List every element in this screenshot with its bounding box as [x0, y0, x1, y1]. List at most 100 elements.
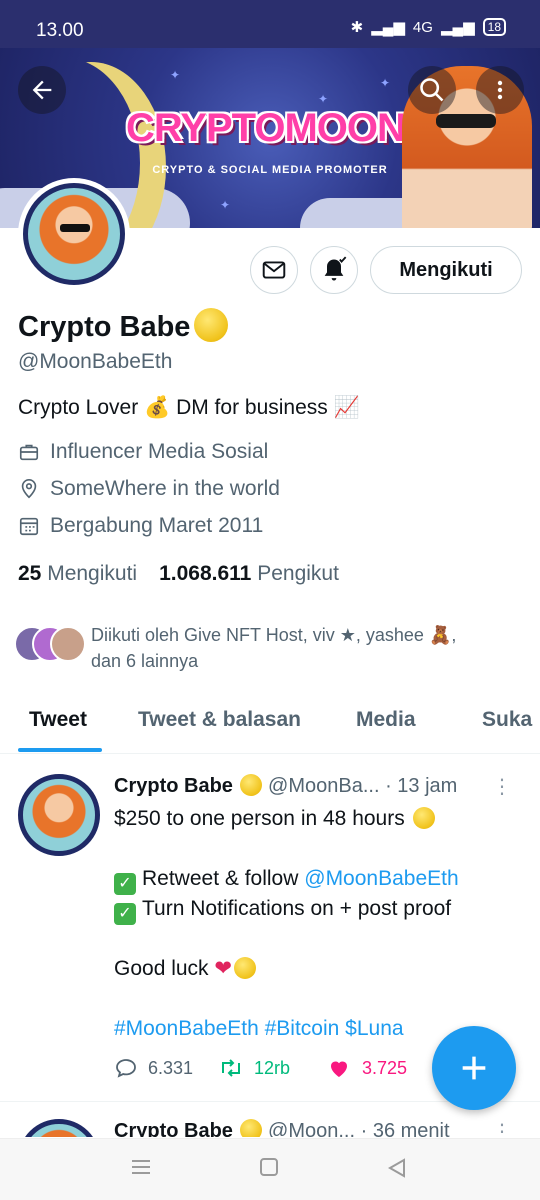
follow-stats: 25 Mengikuti 1.068.611 Pengikut	[18, 562, 339, 586]
following-button[interactable]: Mengikuti	[370, 246, 522, 294]
avatar-image	[23, 183, 125, 285]
tab-media[interactable]: Media	[356, 708, 416, 732]
moon-coin-emoji	[234, 957, 257, 979]
tweet-avatar[interactable]	[18, 774, 100, 856]
moon-coin-emoji	[412, 807, 435, 829]
triangle-back-icon	[387, 1158, 405, 1178]
tweet-avatar[interactable]	[18, 1119, 100, 1137]
teddy-bear-emoji: 🧸	[428, 625, 452, 645]
tweet-author-name: Crypto Babe	[114, 1120, 233, 1137]
profile-avatar[interactable]	[18, 178, 130, 290]
red-heart-emoji: ❤	[214, 957, 233, 980]
followers-link[interactable]: 1.068.611 Pengikut	[159, 562, 339, 585]
avatar	[50, 626, 86, 662]
status-time: 13.00	[36, 20, 84, 41]
profile-tabs: Tweet Tweet & balasan Media Suka	[0, 696, 540, 754]
followed-by-text: Diikuti oleh Give NFT Host, viv ★, yashe…	[91, 622, 521, 674]
retweet-button[interactable]: 12rb	[218, 1056, 290, 1080]
plus-icon	[462, 1056, 486, 1080]
status-icons: ✱ ▂▄▆ 4G ▂▄▆ 18	[351, 18, 506, 36]
display-name-text: Crypto Babe	[18, 311, 191, 343]
heart-icon	[331, 1061, 347, 1077]
money-bag-emoji: 💰	[144, 396, 171, 419]
briefcase-icon	[19, 444, 39, 461]
following-link[interactable]: 25 Mengikuti	[18, 562, 137, 585]
reply-count: 6.331	[148, 1057, 194, 1078]
status-bar: 13.00 ✱ ▂▄▆ 4G ▂▄▆ 18	[0, 0, 540, 48]
tweet-body: $250 to one person in 48 hours ✓ Retweet …	[114, 804, 524, 1044]
profile-category-row: Influencer Media Sosial	[18, 440, 268, 464]
followed-by-line1: Diikuti oleh Give NFT Host, viv ★, yashe…	[91, 625, 424, 645]
menu-icon	[132, 1160, 150, 1174]
check-mark-emoji: ✓	[114, 903, 136, 925]
recent-apps-button[interactable]	[130, 1157, 152, 1183]
profile-location-row: SomeWhere in the world	[18, 477, 280, 501]
followers-count: 1.068.611	[159, 562, 252, 585]
mail-icon	[262, 261, 286, 279]
profile-location: SomeWhere in the world	[50, 477, 280, 500]
mention-link[interactable]: @MoonBabeEth	[304, 867, 458, 890]
tweet-line4: Good luck	[114, 957, 209, 980]
like-button[interactable]: 3.725	[326, 1056, 407, 1080]
moon-coin-emoji	[194, 308, 229, 342]
bell-icon	[324, 256, 347, 281]
sunglasses-illustration	[436, 114, 496, 128]
back-button[interactable]	[18, 66, 66, 114]
bio-dm-text: DM for business	[176, 396, 328, 419]
tweet-line1: $250 to one person in 48 hours	[114, 807, 405, 830]
tab-tweet[interactable]: Tweet	[29, 708, 87, 732]
display-name: Crypto Babe	[18, 308, 229, 344]
bio-text: Crypto Lover	[18, 396, 139, 419]
signal-icon-2: ▂▄▆	[440, 19, 475, 36]
moon-coin-emoji	[240, 1119, 263, 1137]
tweet-author-handle: @MoonBa...	[268, 775, 380, 797]
profile-bio: Crypto Lover 💰 DM for business 📈	[18, 396, 360, 420]
tweet-more-icon[interactable]: ⋮	[492, 1119, 512, 1137]
banner-logo: CRYPTOMOONETH	[126, 106, 483, 150]
tweet[interactable]: Crypto Babe @Moon... · 36 menit ⋮	[0, 1103, 540, 1137]
star-icon: ✦	[220, 198, 231, 212]
tweet-time: · 36 menit	[360, 1120, 450, 1137]
tweet-line3: Turn Notifications on + post proof	[142, 897, 452, 920]
profile-joined: Bergabung Maret 2011	[50, 514, 264, 537]
tweet-line2-prefix: Retweet & follow	[142, 867, 299, 890]
tweet-author-name: Crypto Babe	[114, 775, 233, 797]
tweet-actions: 6.331 12rb 3.725	[114, 1056, 424, 1086]
following-count: 25	[18, 562, 42, 585]
message-button[interactable]	[250, 246, 298, 294]
home-button[interactable]	[259, 1157, 279, 1183]
system-navigation-bar	[0, 1138, 540, 1200]
retweet-icon	[222, 1059, 240, 1077]
profile-joined-row: Bergabung Maret 2011	[18, 514, 263, 538]
arrow-left-icon	[32, 80, 52, 100]
star-icon: ✦	[170, 68, 181, 82]
location-pin-icon	[21, 479, 37, 499]
back-nav-button[interactable]	[386, 1157, 408, 1185]
tab-tweet-replies[interactable]: Tweet & balasan	[138, 708, 301, 732]
banner-subtitle: CRYPTO & SOCIAL MEDIA PROMOTER	[152, 164, 388, 176]
tweet-hashtags[interactable]: #MoonBabeEth #Bitcoin $Luna	[114, 1017, 404, 1040]
profile-handle: @MoonBabeEth	[18, 350, 173, 373]
notifications-button[interactable]	[310, 246, 358, 294]
network-type: 4G	[412, 18, 433, 36]
chart-emoji: 📈	[333, 396, 360, 419]
tweet-time: · 13 jam	[385, 775, 458, 797]
followers-label: Pengikut	[257, 562, 339, 585]
search-button[interactable]	[408, 66, 456, 114]
compose-tweet-button[interactable]	[432, 1026, 516, 1110]
reply-button[interactable]: 6.331	[114, 1056, 193, 1080]
like-count: 3.725	[362, 1057, 408, 1078]
bluetooth-icon: ✱	[350, 19, 364, 36]
tweet-more-icon[interactable]: ⋮	[492, 774, 512, 799]
profile-category: Influencer Media Sosial	[50, 440, 269, 463]
retweet-count: 12rb	[254, 1057, 291, 1078]
more-options-button[interactable]	[476, 66, 524, 114]
reply-icon	[116, 1059, 136, 1078]
followed-by-row[interactable]: Diikuti oleh Give NFT Host, viv ★, yashe…	[14, 622, 524, 672]
tweet-header: Crypto Babe @MoonBa... · 13 jam	[114, 774, 524, 798]
square-icon	[260, 1158, 278, 1176]
tab-likes[interactable]: Suka	[482, 708, 532, 732]
more-vertical-icon	[497, 80, 503, 100]
signal-icon: ▂▄▆	[371, 19, 405, 36]
check-mark-emoji: ✓	[114, 873, 136, 895]
